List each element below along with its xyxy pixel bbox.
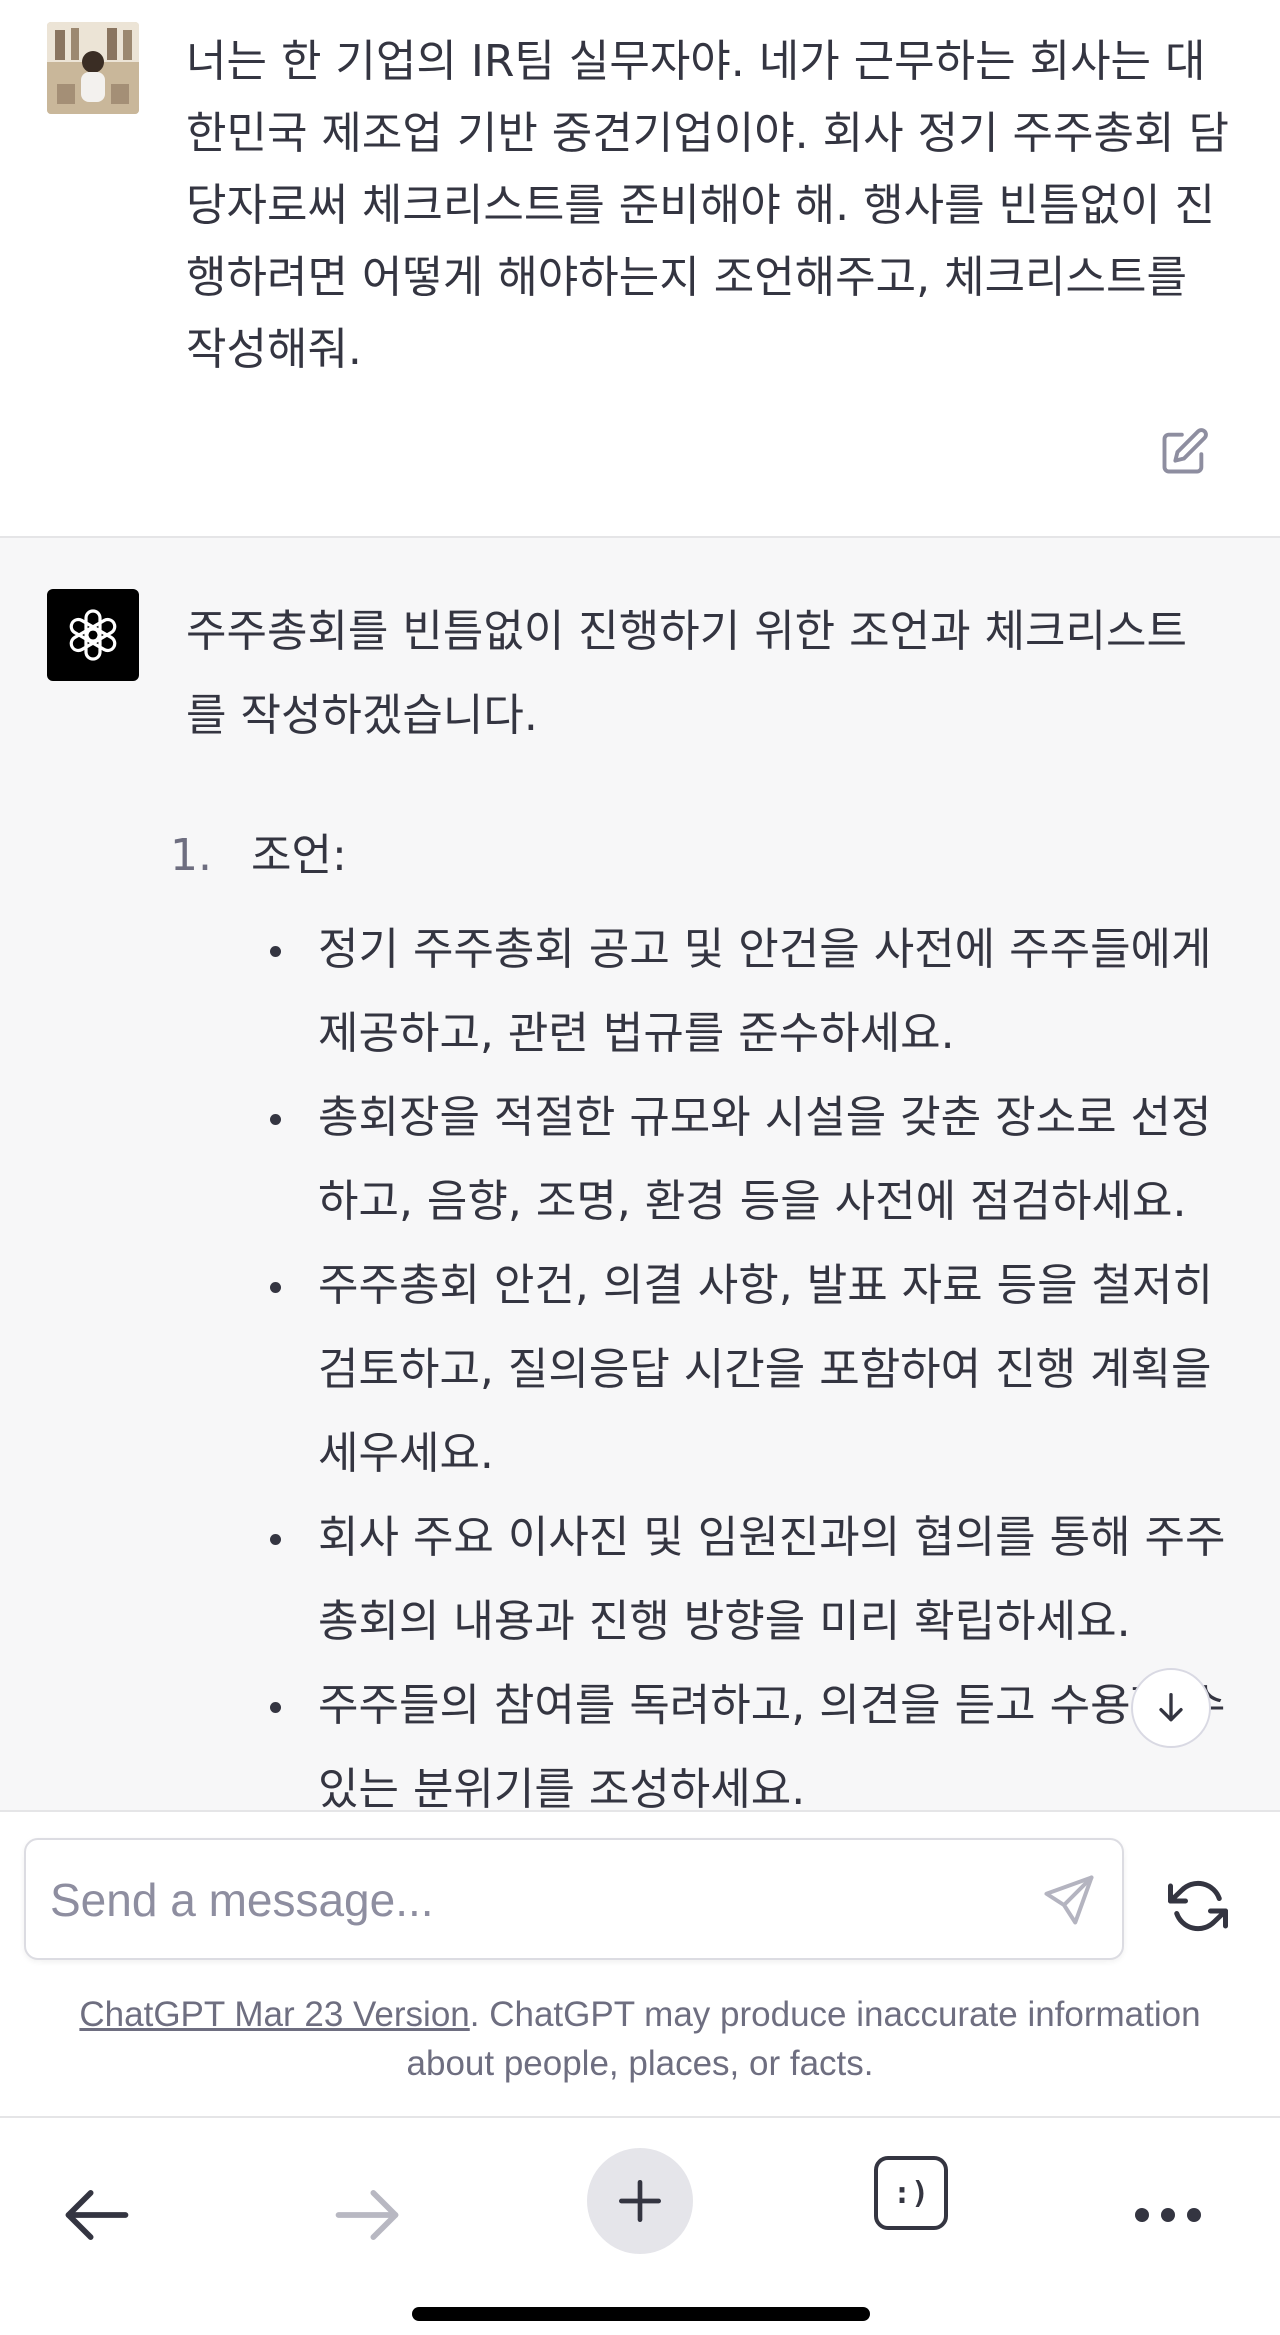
scroll-to-bottom-button[interactable] — [1131, 1668, 1211, 1748]
user-avatar — [47, 22, 139, 114]
assistant-intro: 주주총회를 빈틈없이 진행하기 위한 조언과 체크리스트 를 작성하겠습니다. — [186, 590, 1236, 758]
forward-arrow-icon[interactable] — [322, 2170, 412, 2260]
list-heading: 조언: — [251, 830, 347, 881]
assistant-message: 주주총회를 빈틈없이 진행하기 위한 조언과 체크리스트 를 작성하겠습니다. … — [0, 538, 1280, 1810]
new-tab-plus-icon[interactable] — [587, 2148, 693, 2254]
list-item-line: 세우세요. — [318, 1428, 494, 1479]
list-item: 정기 주주총회 공고 및 안건을 사전에 주주들에게 제공하고, 관련 법규를 … — [270, 908, 1230, 1076]
bullet-icon — [270, 1534, 281, 1545]
tabs-icon[interactable]: :) — [874, 2156, 948, 2230]
list-item-line: 총회의 내용과 진행 방향을 미리 확립하세요. — [318, 1596, 1131, 1647]
message-composer — [24, 1838, 1124, 1960]
send-icon[interactable] — [1039, 1870, 1099, 1930]
assistant-intro-line: 주주총회를 빈틈없이 진행하기 위한 조언과 체크리스트 — [186, 606, 1187, 657]
list-number: 1. — [170, 830, 212, 881]
bullet-icon — [270, 1702, 281, 1713]
list-item-line: 하고, 음향, 조명, 환경 등을 사전에 점검하세요. — [318, 1176, 1187, 1227]
back-arrow-icon[interactable] — [52, 2170, 142, 2260]
version-link[interactable]: ChatGPT Mar 23 Version — [79, 1995, 469, 2034]
message-input[interactable] — [50, 1870, 1010, 1930]
refresh-icon[interactable] — [1168, 1876, 1228, 1936]
disclaimer-line-2: about people, places, or facts. — [406, 2044, 874, 2083]
list-item-line: 회사 주요 이사진 및 임원진과의 협의를 통해 주주 — [318, 1512, 1226, 1563]
user-message-line: 행하려면 어떻게 해야하는지 조언해주고, 체크리스트를 — [186, 252, 1187, 303]
list-item-line: 있는 분위기를 조성하세요. — [318, 1764, 806, 1810]
list-item-line: 총회장을 적절한 규모와 시설을 갖춘 장소로 선정 — [318, 1092, 1212, 1143]
disclaimer: ChatGPT Mar 23 Version. ChatGPT may prod… — [40, 1990, 1240, 2088]
disclaimer-line-1: ChatGPT Mar 23 Version. ChatGPT may prod… — [40, 1990, 1240, 2039]
list-item-line: 정기 주주총회 공고 및 안건을 사전에 주주들에게 — [318, 924, 1212, 975]
bullet-icon — [270, 946, 281, 957]
list-item: 총회장을 적절한 규모와 시설을 갖춘 장소로 선정 하고, 음향, 조명, 환… — [270, 1076, 1230, 1244]
more-icon[interactable] — [1118, 2170, 1218, 2260]
advice-list: 정기 주주총회 공고 및 안건을 사전에 주주들에게 제공하고, 관련 법규를 … — [270, 908, 1230, 1810]
bullet-icon — [270, 1282, 281, 1293]
chatgpt-logo-icon — [47, 589, 139, 681]
list-item-line: 주주총회 안건, 의결 사항, 발표 자료 등을 철저히 — [318, 1260, 1213, 1311]
browser-toolbar: :) — [0, 2116, 1280, 2335]
list-item: 주주총회 안건, 의결 사항, 발표 자료 등을 철저히 검토하고, 질의응답 … — [270, 1244, 1230, 1496]
composer-area: ChatGPT Mar 23 Version. ChatGPT may prod… — [0, 1810, 1280, 2116]
user-message-text: 너는 한 기업의 IR팀 실무자야. 네가 근무하는 회사는 대 한민국 제조업… — [186, 26, 1236, 386]
arrow-down-icon — [1159, 1693, 1183, 1722]
user-message-line: 너는 한 기업의 IR팀 실무자야. 네가 근무하는 회사는 대 — [186, 36, 1206, 87]
list-item-line: 검토하고, 질의응답 시간을 포함하여 진행 계획을 — [318, 1344, 1212, 1395]
user-message-line: 당자로써 체크리스트를 준비해야 해. 행사를 빈틈없이 진 — [186, 180, 1215, 231]
disclaimer-text: . ChatGPT may produce inaccurate informa… — [469, 1995, 1201, 2034]
tabs-glyph: :) — [892, 2175, 930, 2211]
edit-icon[interactable] — [1158, 426, 1210, 478]
user-message-line: 작성해줘. — [186, 324, 362, 375]
bullet-icon — [270, 1114, 281, 1125]
assistant-intro-line: 를 작성하겠습니다. — [186, 690, 538, 741]
home-indicator — [412, 2307, 870, 2321]
user-message: 너는 한 기업의 IR팀 실무자야. 네가 근무하는 회사는 대 한민국 제조업… — [0, 0, 1280, 538]
list-item-line: 주주들의 참여를 독려하고, 의견을 듣고 수용할 수 — [318, 1680, 1226, 1731]
list-item: 회사 주요 이사진 및 임원진과의 협의를 통해 주주 총회의 내용과 진행 방… — [270, 1496, 1230, 1664]
list-item-line: 제공하고, 관련 법규를 준수하세요. — [318, 1008, 955, 1059]
user-message-line: 한민국 제조업 기반 중견기업이야. 회사 정기 주주총회 담 — [186, 108, 1229, 159]
list-item: 주주들의 참여를 독려하고, 의견을 듣고 수용할 수 있는 분위기를 조성하세… — [270, 1664, 1230, 1810]
